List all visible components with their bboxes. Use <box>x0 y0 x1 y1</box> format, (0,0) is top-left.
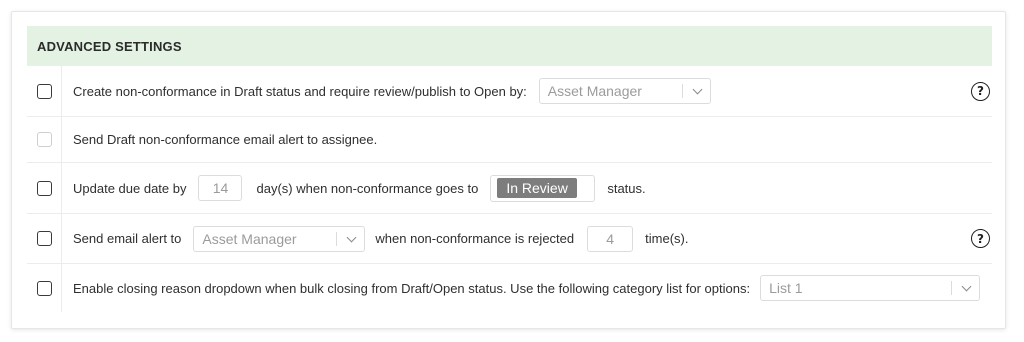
section-title: ADVANCED SETTINGS <box>37 38 182 54</box>
setting-row-rejected-alert: Send email alert to Asset Manager when n… <box>27 214 992 264</box>
setting-row-due-date: Update due date by 14 day(s) when non-co… <box>27 163 992 214</box>
setting-content: Update due date by 14 day(s) when non-co… <box>73 163 646 213</box>
chevron-down-icon <box>961 281 972 292</box>
setting-label: Create non-conformance in Draft status a… <box>73 83 527 99</box>
setting-row-draft-email: Send Draft non-conformance email alert t… <box>27 117 992 163</box>
checkbox-cell <box>27 66 62 116</box>
dropdown-separator <box>681 84 683 98</box>
dropdown-value: Asset Manager <box>202 230 297 247</box>
dropdown-separator <box>951 281 953 295</box>
dropdown-value: Asset Manager <box>547 83 642 99</box>
question-circle-icon[interactable]: ? <box>971 81 990 101</box>
setting-content: Create non-conformance in Draft status a… <box>73 66 711 116</box>
alert-recipient-dropdown[interactable]: Asset Manager <box>193 225 366 252</box>
chevron-down-icon <box>346 232 357 242</box>
question-circle-icon[interactable]: ? <box>971 229 990 248</box>
status-tag: In Review <box>497 178 577 198</box>
draft-email-checkbox[interactable] <box>36 132 52 147</box>
due-date-checkbox[interactable] <box>36 180 52 196</box>
dropdown-value: List 1 <box>769 280 803 296</box>
settings-list: Create non-conformance in Draft status a… <box>27 66 992 312</box>
setting-content: Send Draft non-conformance email alert t… <box>73 117 377 162</box>
reviewer-role-dropdown[interactable]: Asset Manager <box>538 78 711 104</box>
dropdown-separator <box>336 231 338 246</box>
status-select[interactable]: In Review <box>490 174 596 202</box>
days-input[interactable]: 14 <box>198 175 243 201</box>
setting-label: Send Draft non-conformance email alert t… <box>73 132 378 147</box>
checkbox-cell <box>27 214 62 263</box>
setting-row-draft-review: Create non-conformance in Draft status a… <box>27 66 992 117</box>
checkbox-cell <box>27 117 62 162</box>
section-header: ADVANCED SETTINGS <box>27 26 992 66</box>
setting-content: Send email alert to Asset Manager when n… <box>73 214 688 263</box>
draft-review-checkbox[interactable] <box>36 83 52 99</box>
setting-label: Send email alert to <box>73 231 182 246</box>
setting-label-after: status. <box>607 180 646 196</box>
times-input[interactable]: 4 <box>587 225 634 252</box>
rejected-alert-checkbox[interactable] <box>36 231 52 246</box>
advanced-settings-card: ADVANCED SETTINGS Create non-conformance… <box>11 11 1006 329</box>
category-list-dropdown[interactable]: List 1 <box>760 275 981 301</box>
setting-label-after: time(s). <box>645 231 689 246</box>
chevron-down-icon <box>692 84 703 95</box>
setting-label-middle: when non-conformance is rejected <box>375 231 575 246</box>
closing-reason-checkbox[interactable] <box>36 280 52 296</box>
checkbox-cell <box>27 264 62 312</box>
setting-content: Enable closing reason dropdown when bulk… <box>73 264 981 312</box>
checkbox-cell <box>27 163 62 213</box>
setting-label: Update due date by <box>73 180 187 196</box>
setting-label: Enable closing reason dropdown when bulk… <box>73 280 751 296</box>
setting-row-closing-reason: Enable closing reason dropdown when bulk… <box>27 264 992 312</box>
setting-label-middle: day(s) when non-conformance goes to <box>256 180 479 196</box>
